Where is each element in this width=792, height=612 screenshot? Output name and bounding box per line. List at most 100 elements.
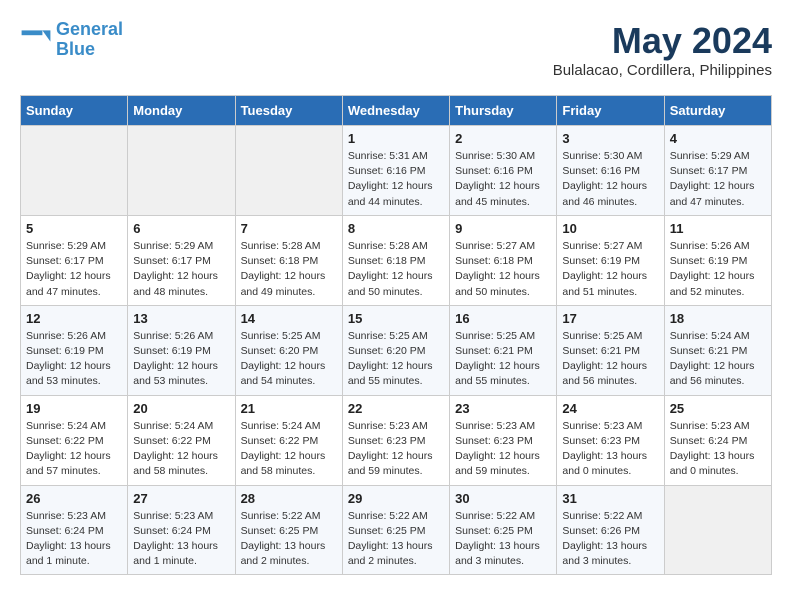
calendar-cell: 26 Sunrise: 5:23 AM Sunset: 6:24 PM Dayli…	[21, 485, 128, 575]
day-number: 18	[670, 311, 766, 326]
day-number: 9	[455, 221, 551, 236]
day-info: Sunrise: 5:30 AM Sunset: 6:16 PM Dayligh…	[562, 149, 658, 210]
day-number: 28	[241, 491, 337, 506]
location: Bulalacao, Cordillera, Philippines	[553, 62, 772, 79]
day-info: Sunrise: 5:28 AM Sunset: 6:18 PM Dayligh…	[348, 239, 444, 300]
day-number: 26	[26, 491, 122, 506]
weekday-header-sunday: Sunday	[21, 96, 128, 126]
calendar-cell: 31Sunrise: 5:22 AM Sunset: 6:26 PM Dayli…	[557, 485, 664, 575]
day-info: Sunrise: 5:29 AM Sunset: 6:17 PM Dayligh…	[670, 149, 766, 210]
day-info: Sunrise: 5:25 AM Sunset: 6:21 PM Dayligh…	[562, 329, 658, 390]
day-number: 12	[26, 311, 122, 326]
calendar-cell: 18 Sunrise: 5:24 AM Sunset: 6:21 PM Dayli…	[664, 305, 771, 395]
calendar-cell: 24 Sunrise: 5:23 AM Sunset: 6:23 PM Dayli…	[557, 395, 664, 485]
weekday-header-tuesday: Tuesday	[235, 96, 342, 126]
day-number: 1	[348, 131, 444, 146]
day-info: Sunrise: 5:24 AM Sunset: 6:22 PM Dayligh…	[26, 419, 122, 480]
day-info: Sunrise: 5:30 AM Sunset: 6:16 PM Dayligh…	[455, 149, 551, 210]
day-info: Sunrise: 5:23 AM Sunset: 6:23 PM Dayligh…	[455, 419, 551, 480]
day-number: 10	[562, 221, 658, 236]
day-info: Sunrise: 5:25 AM Sunset: 6:21 PM Dayligh…	[455, 329, 551, 390]
day-info: Sunrise: 5:22 AM Sunset: 6:25 PM Dayligh…	[241, 509, 337, 570]
day-info: Sunrise: 5:23 AM Sunset: 6:24 PM Dayligh…	[26, 509, 122, 570]
day-info: Sunrise: 5:23 AM Sunset: 6:24 PM Dayligh…	[133, 509, 229, 570]
day-number: 7	[241, 221, 337, 236]
day-info: Sunrise: 5:24 AM Sunset: 6:22 PM Dayligh…	[133, 419, 229, 480]
calendar-cell: 5 Sunrise: 5:29 AM Sunset: 6:17 PM Daylig…	[21, 215, 128, 305]
calendar-week-1: 1Sunrise: 5:31 AM Sunset: 6:16 PM Daylig…	[21, 126, 772, 216]
logo-icon	[20, 24, 52, 56]
calendar-cell: 15 Sunrise: 5:25 AM Sunset: 6:20 PM Dayli…	[342, 305, 449, 395]
day-number: 25	[670, 401, 766, 416]
calendar-cell: 14Sunrise: 5:25 AM Sunset: 6:20 PM Dayli…	[235, 305, 342, 395]
calendar-header: SundayMondayTuesdayWednesdayThursdayFrid…	[21, 96, 772, 126]
calendar-cell: 4 Sunrise: 5:29 AM Sunset: 6:17 PM Daylig…	[664, 126, 771, 216]
day-number: 31	[562, 491, 658, 506]
day-number: 6	[133, 221, 229, 236]
calendar-cell	[21, 126, 128, 216]
calendar-body: 1Sunrise: 5:31 AM Sunset: 6:16 PM Daylig…	[21, 126, 772, 575]
calendar-cell: 11 Sunrise: 5:26 AM Sunset: 6:19 PM Dayli…	[664, 215, 771, 305]
calendar-cell: 7 Sunrise: 5:28 AM Sunset: 6:18 PM Daylig…	[235, 215, 342, 305]
day-info: Sunrise: 5:29 AM Sunset: 6:17 PM Dayligh…	[133, 239, 229, 300]
weekday-header-saturday: Saturday	[664, 96, 771, 126]
day-number: 17	[562, 311, 658, 326]
calendar-cell: 29 Sunrise: 5:22 AM Sunset: 6:25 PM Dayli…	[342, 485, 449, 575]
calendar-cell: 28 Sunrise: 5:22 AM Sunset: 6:25 PM Dayli…	[235, 485, 342, 575]
day-info: Sunrise: 5:26 AM Sunset: 6:19 PM Dayligh…	[670, 239, 766, 300]
calendar-cell: 23Sunrise: 5:23 AM Sunset: 6:23 PM Dayli…	[450, 395, 557, 485]
calendar-cell: 20 Sunrise: 5:24 AM Sunset: 6:22 PM Dayli…	[128, 395, 235, 485]
day-number: 21	[241, 401, 337, 416]
day-info: Sunrise: 5:26 AM Sunset: 6:19 PM Dayligh…	[133, 329, 229, 390]
calendar-cell: 12Sunrise: 5:26 AM Sunset: 6:19 PM Dayli…	[21, 305, 128, 395]
weekday-row: SundayMondayTuesdayWednesdayThursdayFrid…	[21, 96, 772, 126]
day-info: Sunrise: 5:22 AM Sunset: 6:25 PM Dayligh…	[348, 509, 444, 570]
day-info: Sunrise: 5:25 AM Sunset: 6:20 PM Dayligh…	[348, 329, 444, 390]
month-title: May 2024	[553, 20, 772, 62]
day-number: 29	[348, 491, 444, 506]
day-info: Sunrise: 5:28 AM Sunset: 6:18 PM Dayligh…	[241, 239, 337, 300]
calendar-cell: 3 Sunrise: 5:30 AM Sunset: 6:16 PM Daylig…	[557, 126, 664, 216]
day-number: 22	[348, 401, 444, 416]
day-number: 20	[133, 401, 229, 416]
weekday-header-friday: Friday	[557, 96, 664, 126]
day-number: 13	[133, 311, 229, 326]
calendar-cell: 21Sunrise: 5:24 AM Sunset: 6:22 PM Dayli…	[235, 395, 342, 485]
day-info: Sunrise: 5:23 AM Sunset: 6:23 PM Dayligh…	[348, 419, 444, 480]
calendar-cell: 16 Sunrise: 5:25 AM Sunset: 6:21 PM Dayli…	[450, 305, 557, 395]
day-info: Sunrise: 5:22 AM Sunset: 6:25 PM Dayligh…	[455, 509, 551, 570]
calendar-cell	[664, 485, 771, 575]
calendar-cell: 10Sunrise: 5:27 AM Sunset: 6:19 PM Dayli…	[557, 215, 664, 305]
calendar-cell: 17 Sunrise: 5:25 AM Sunset: 6:21 PM Dayli…	[557, 305, 664, 395]
day-number: 5	[26, 221, 122, 236]
title-block: May 2024 Bulalacao, Cordillera, Philippi…	[553, 20, 772, 79]
weekday-header-wednesday: Wednesday	[342, 96, 449, 126]
calendar-cell: 1Sunrise: 5:31 AM Sunset: 6:16 PM Daylig…	[342, 126, 449, 216]
day-info: Sunrise: 5:29 AM Sunset: 6:17 PM Dayligh…	[26, 239, 122, 300]
day-number: 3	[562, 131, 658, 146]
day-number: 16	[455, 311, 551, 326]
calendar-cell: 27Sunrise: 5:23 AM Sunset: 6:24 PM Dayli…	[128, 485, 235, 575]
day-number: 19	[26, 401, 122, 416]
day-number: 24	[562, 401, 658, 416]
calendar-cell: 25 Sunrise: 5:23 AM Sunset: 6:24 PM Dayli…	[664, 395, 771, 485]
calendar-week-5: 26 Sunrise: 5:23 AM Sunset: 6:24 PM Dayli…	[21, 485, 772, 575]
day-number: 11	[670, 221, 766, 236]
weekday-header-monday: Monday	[128, 96, 235, 126]
calendar-cell: 19 Sunrise: 5:24 AM Sunset: 6:22 PM Dayli…	[21, 395, 128, 485]
calendar-cell: 2Sunrise: 5:30 AM Sunset: 6:16 PM Daylig…	[450, 126, 557, 216]
day-info: Sunrise: 5:23 AM Sunset: 6:23 PM Dayligh…	[562, 419, 658, 480]
day-number: 15	[348, 311, 444, 326]
day-number: 4	[670, 131, 766, 146]
weekday-header-thursday: Thursday	[450, 96, 557, 126]
calendar-cell	[128, 126, 235, 216]
day-info: Sunrise: 5:23 AM Sunset: 6:24 PM Dayligh…	[670, 419, 766, 480]
calendar-week-3: 12 Sunrise: 5:26 AM Sunset: 6:19 PM Dayli…	[21, 305, 772, 395]
logo-line1: General	[56, 19, 123, 39]
calendar-table: SundayMondayTuesdayWednesdayThursdayFrid…	[20, 95, 772, 575]
page-header: General Blue May 2024 Bulalacao, Cordill…	[20, 20, 772, 79]
calendar-cell: 9Sunrise: 5:27 AM Sunset: 6:18 PM Daylig…	[450, 215, 557, 305]
day-info: Sunrise: 5:24 AM Sunset: 6:21 PM Dayligh…	[670, 329, 766, 390]
day-number: 14	[241, 311, 337, 326]
logo-line2: Blue	[56, 39, 95, 59]
